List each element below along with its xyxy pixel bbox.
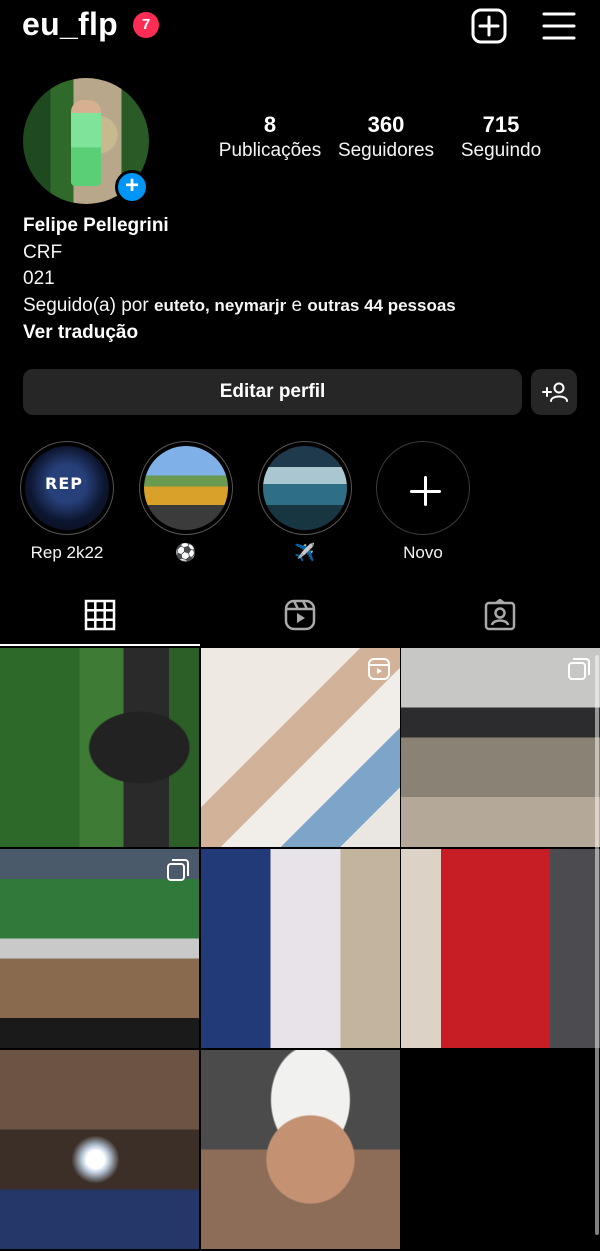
posts-count: 8 bbox=[263, 112, 277, 137]
stat-posts[interactable]: 8 Publicações bbox=[215, 112, 325, 162]
following-count: 715 bbox=[482, 112, 520, 137]
profile-name: Felipe Pellegrini bbox=[23, 215, 169, 236]
see-translation-link[interactable]: Ver tradução bbox=[23, 320, 583, 347]
menu-icon[interactable] bbox=[541, 8, 577, 44]
highlight-ring bbox=[139, 441, 233, 535]
post-thumbnail[interactable] bbox=[201, 648, 400, 847]
edit-profile-button[interactable]: Editar perfil bbox=[23, 369, 522, 415]
post-thumbnail[interactable] bbox=[201, 1050, 400, 1249]
stat-following[interactable]: 715 Seguindo bbox=[452, 112, 550, 162]
scrollbar[interactable] bbox=[595, 655, 599, 1235]
tab-tagged[interactable] bbox=[400, 588, 600, 646]
highlight-travel[interactable]: ✈️ bbox=[258, 441, 352, 563]
grid-icon bbox=[84, 599, 116, 631]
highlight-cover-text: REP bbox=[45, 474, 83, 493]
profile-bio: Felipe Pellegrini CRF 021 Seguido(a) por… bbox=[23, 213, 583, 347]
plus-icon bbox=[381, 446, 465, 530]
posts-grid bbox=[0, 648, 600, 1251]
followed-by-prefix: Seguido(a) por bbox=[23, 294, 149, 316]
highlight-label: ⚽ bbox=[175, 543, 197, 562]
followers-label: Seguidores bbox=[337, 140, 435, 161]
tab-grid[interactable] bbox=[0, 588, 200, 646]
post-thumbnail[interactable] bbox=[201, 849, 400, 1048]
following-label: Seguindo bbox=[460, 140, 542, 161]
add-person-icon bbox=[542, 382, 568, 402]
tagged-icon bbox=[484, 599, 516, 631]
reel-icon bbox=[368, 658, 390, 680]
bio-line: CRF bbox=[23, 241, 63, 263]
post-thumbnail[interactable] bbox=[401, 648, 600, 847]
highlight-ring: REP bbox=[20, 441, 114, 535]
post-thumbnail[interactable] bbox=[401, 849, 600, 1048]
profile-avatar[interactable]: + bbox=[23, 78, 149, 204]
carousel-icon bbox=[568, 658, 590, 680]
carousel-icon bbox=[167, 859, 189, 881]
highlight-label: ✈️ bbox=[294, 543, 316, 562]
highlight-label: Novo bbox=[403, 543, 443, 562]
highlight-ring bbox=[376, 441, 470, 535]
highlight-rep-2k22[interactable]: REP Rep 2k22 bbox=[20, 441, 114, 563]
highlight-soccer[interactable]: ⚽ bbox=[139, 441, 233, 563]
post-thumbnail[interactable] bbox=[0, 648, 199, 847]
followed-by-connector: e bbox=[291, 294, 303, 316]
bio-line: 021 bbox=[23, 268, 55, 289]
posts-label: Publicações bbox=[218, 140, 322, 161]
highlight-ring bbox=[258, 441, 352, 535]
followed-by-users[interactable]: euteto, neymarjr bbox=[154, 296, 286, 315]
followed-by[interactable]: Seguido(a) por euteto, neymarjr e outras… bbox=[23, 293, 583, 320]
discover-people-button[interactable] bbox=[531, 369, 577, 415]
post-thumbnail[interactable] bbox=[0, 1050, 199, 1249]
add-story-button[interactable]: + bbox=[115, 170, 149, 204]
followers-count: 360 bbox=[367, 112, 405, 137]
reels-icon bbox=[284, 599, 316, 631]
highlight-new[interactable]: Novo bbox=[376, 441, 470, 563]
tab-reels[interactable] bbox=[200, 588, 400, 646]
post-thumbnail[interactable] bbox=[0, 849, 199, 1048]
highlight-cover: REP bbox=[25, 446, 109, 530]
profile-tabs bbox=[0, 588, 600, 646]
highlight-label: Rep 2k22 bbox=[30, 543, 104, 562]
highlight-cover bbox=[144, 446, 228, 530]
highlight-cover bbox=[263, 446, 347, 530]
profile-username[interactable]: eu_flp bbox=[22, 6, 118, 43]
stat-followers[interactable]: 360 Seguidores bbox=[330, 112, 442, 162]
profile-header: eu_flp 7 bbox=[0, 0, 600, 56]
followed-by-others[interactable]: outras 44 pessoas bbox=[307, 296, 455, 315]
new-post-icon[interactable] bbox=[471, 8, 507, 44]
notification-badge[interactable]: 7 bbox=[133, 12, 159, 38]
